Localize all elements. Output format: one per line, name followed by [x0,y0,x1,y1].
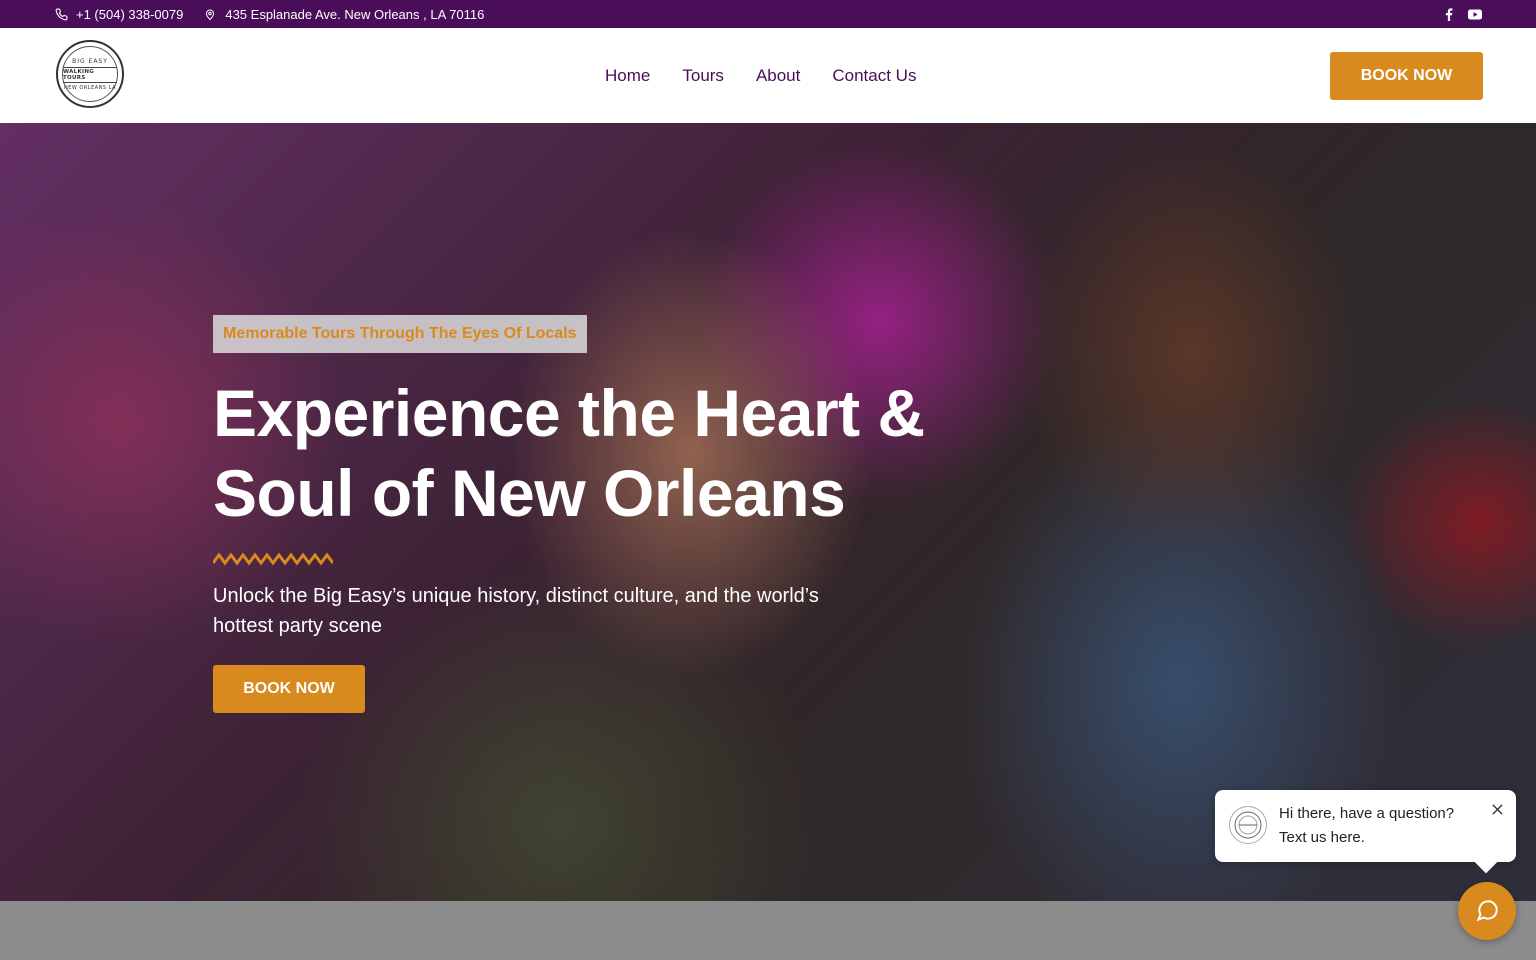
nav-home[interactable]: Home [605,66,650,86]
book-now-button[interactable]: BOOK NOW [1330,52,1483,100]
chat-message: Hi there, have a question? Text us here. [1279,802,1479,850]
phone-icon [54,7,68,21]
chat-popup[interactable]: Hi there, have a question? Text us here. [1215,790,1516,874]
hero-headline-line-1: Experience the Heart & [213,376,925,450]
chat-message-line-2: Text us here. [1279,829,1365,846]
hero-content: Memorable Tours Through The Eyes Of Loca… [213,315,1113,713]
zigzag-divider-icon [213,552,333,566]
logo-line-3: NEW ORLEANS LA [63,84,117,91]
logo-line-2: WALKING TOURS [63,66,117,83]
address: 435 Esplanade Ave. New Orleans , LA 7011… [225,6,485,22]
logo-badge: BIG EASY WALKING TOURS NEW ORLEANS LA [62,46,118,102]
facebook-icon[interactable] [1442,7,1456,21]
main-nav: Home Tours About Contact Us [605,28,916,123]
social-links [1442,0,1482,28]
map-pin-icon [203,7,217,21]
logo-line-1: BIG EASY [72,57,108,65]
close-icon[interactable] [1490,802,1504,816]
chat-launcher-button[interactable] [1458,882,1516,940]
site-header: BIG EASY WALKING TOURS NEW ORLEANS LA Ho… [0,28,1536,123]
next-section-strip [0,901,1536,960]
nav-tours[interactable]: Tours [682,66,724,86]
chat-bubble-icon [1476,900,1498,922]
hero-book-now-button[interactable]: BOOK NOW [213,665,365,713]
chat-message-line-1: Hi there, have a question? [1279,805,1455,822]
hero-headline: Experience the Heart & Soul of New Orlea… [213,373,1113,533]
hero-section: Memorable Tours Through The Eyes Of Loca… [0,123,1536,901]
hero-tagline: Memorable Tours Through The Eyes Of Loca… [213,315,587,353]
hero-subtitle: Unlock the Big Easy’s unique history, di… [213,585,819,637]
youtube-icon[interactable] [1468,7,1482,21]
nav-about[interactable]: About [756,66,800,86]
chat-avatar [1229,806,1267,844]
top-bar: +1 (504) 338-0079 435 Esplanade Ave. New… [0,0,1536,28]
logo[interactable]: BIG EASY WALKING TOURS NEW ORLEANS LA [56,40,124,108]
contact-info: +1 (504) 338-0079 435 Esplanade Ave. New… [54,0,484,28]
nav-contact-us[interactable]: Contact Us [832,66,916,86]
hero-headline-line-2: Soul of New Orleans [213,456,846,530]
phone-number[interactable]: +1 (504) 338-0079 [76,7,183,22]
